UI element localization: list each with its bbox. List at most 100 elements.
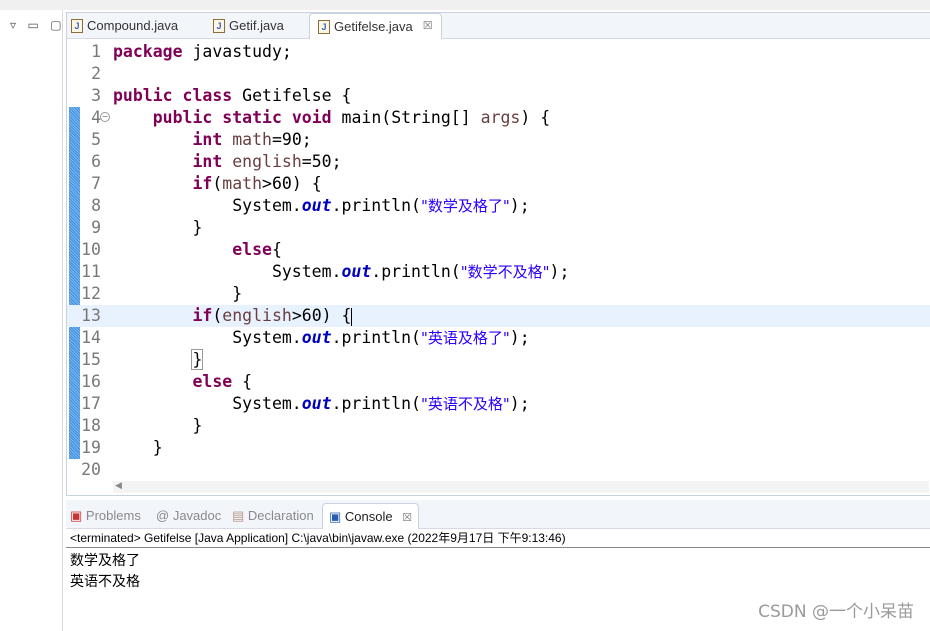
code-token: out	[341, 262, 372, 281]
code-line[interactable]: 19 }	[67, 437, 930, 459]
line-number: 6	[91, 152, 101, 171]
code-token: (	[212, 306, 223, 325]
horizontal-scrollbar[interactable]: ◀	[113, 481, 929, 493]
code-line[interactable]: 1 package javastudy;	[67, 41, 930, 63]
code-token: );	[509, 394, 530, 413]
code-line[interactable]: 7 if(math>60) {	[67, 173, 930, 195]
line-number: 13	[81, 306, 101, 325]
code-text: if(math>60) {	[113, 173, 322, 195]
code-token: System.	[113, 394, 302, 413]
code-token: package	[113, 42, 183, 61]
scroll-left-icon[interactable]: ◀	[115, 481, 122, 491]
code-token: ) {	[520, 108, 551, 127]
code-line[interactable]: 13 if(english>60) {	[67, 305, 930, 327]
bottom-tab-bar: ▣ Problems @ Javadoc ▤ Declaration ▣ Con…	[66, 500, 930, 529]
code-token: english	[222, 306, 292, 325]
close-icon[interactable]: ☒	[402, 512, 412, 524]
code-token: english	[232, 152, 302, 171]
declaration-icon: ▤	[232, 508, 245, 523]
code-token: out	[301, 328, 332, 347]
code-token: }	[113, 416, 203, 435]
code-token: int	[192, 130, 223, 149]
tab-javadoc[interactable]: @ Javadoc	[156, 503, 221, 528]
tab-getif-java[interactable]: J Getif.java	[213, 13, 284, 38]
code-line[interactable]: 5 int math=90;	[67, 129, 930, 151]
line-number: 10	[81, 240, 101, 259]
code-line[interactable]: 6 int english=50;	[67, 151, 930, 173]
main-toolbar	[0, 0, 930, 10]
code-line[interactable]: 3 public class Getifelse {	[67, 85, 930, 107]
java-file-warning-icon: J	[71, 18, 83, 33]
code-text: package javastudy;	[113, 41, 292, 63]
code-token: System.	[113, 328, 302, 347]
code-token: void	[291, 108, 332, 127]
code-token: public	[113, 86, 173, 105]
code-line[interactable]: 20	[67, 459, 930, 481]
fold-toggle-icon[interactable]: −	[100, 112, 110, 122]
line-number: 7	[91, 174, 101, 193]
code-token: }	[191, 349, 204, 370]
maximize-icon[interactable]: ▢	[50, 18, 61, 32]
view-menu-icon[interactable]: ▿	[10, 18, 16, 32]
code-line[interactable]: 11 System.out.println("数学不及格");	[67, 261, 930, 283]
code-line[interactable]: 10 else{	[67, 239, 930, 261]
code-token: math	[222, 174, 263, 193]
code-token: "英语不及格"	[420, 395, 510, 413]
console-output[interactable]: 数学及格了 英语不及格	[66, 551, 930, 593]
tab-problems[interactable]: ▣ Problems	[70, 503, 141, 528]
tab-compound-java[interactable]: J Compound.java	[71, 13, 178, 38]
code-token: System.	[113, 262, 342, 281]
code-token: math	[232, 130, 272, 149]
code-text: else {	[113, 371, 252, 393]
code-line[interactable]: 17 System.out.println("英语不及格");	[67, 393, 930, 415]
code-token: .println(	[371, 262, 461, 281]
code-token: javastudy;	[182, 42, 292, 61]
code-line[interactable]: 18 }	[67, 415, 930, 437]
code-line[interactable]: 2	[67, 63, 930, 85]
code-token: .println(	[331, 328, 421, 347]
code-line[interactable]: 8 System.out.println("数学及格了");	[67, 195, 930, 217]
line-number: 2	[91, 64, 101, 83]
code-text: System.out.println("英语不及格");	[113, 393, 530, 415]
code-line[interactable]: 16 else {	[67, 371, 930, 393]
code-text: }	[113, 283, 242, 305]
code-token: {	[271, 240, 282, 259]
code-token: main(String[]	[331, 108, 481, 127]
code-token: >60) {	[262, 174, 322, 193]
tab-declaration[interactable]: ▤ Declaration	[232, 503, 314, 528]
line-number: 4	[91, 108, 101, 127]
java-file-icon: J	[318, 19, 330, 34]
tab-getifelse-java[interactable]: J Getifelse.java ☒	[309, 13, 442, 39]
code-token: );	[509, 328, 530, 347]
console-line: 英语不及格	[70, 574, 140, 590]
code-token: System.	[113, 196, 302, 215]
code-text: else{	[113, 239, 282, 261]
line-number: 15	[81, 350, 101, 369]
code-token: else	[192, 372, 233, 391]
code-line[interactable]: 14 System.out.println("英语及格了");	[67, 327, 930, 349]
code-token: if	[192, 174, 213, 193]
line-number: 5	[91, 130, 101, 149]
code-line[interactable]: 12 }	[67, 283, 930, 305]
code-line[interactable]: 15 }	[67, 349, 930, 371]
code-line[interactable]: 9 }	[67, 217, 930, 239]
code-text: }	[113, 217, 202, 239]
code-area[interactable]: 1 package javastudy; 2 3 public class Getife…	[67, 39, 930, 479]
code-token: Getifelse {	[232, 86, 352, 105]
package-explorer-panel: ▿ ▭ ▢	[0, 10, 63, 631]
code-line[interactable]: 4 public static void main(String[] args)…	[67, 107, 930, 129]
tab-console[interactable]: ▣ Console ☒	[322, 503, 420, 529]
code-token: static	[222, 108, 282, 127]
code-token: }	[113, 218, 203, 237]
minimize-icon[interactable]: ▭	[27, 18, 38, 32]
code-text: }	[113, 437, 163, 459]
close-icon[interactable]: ☒	[423, 14, 433, 39]
